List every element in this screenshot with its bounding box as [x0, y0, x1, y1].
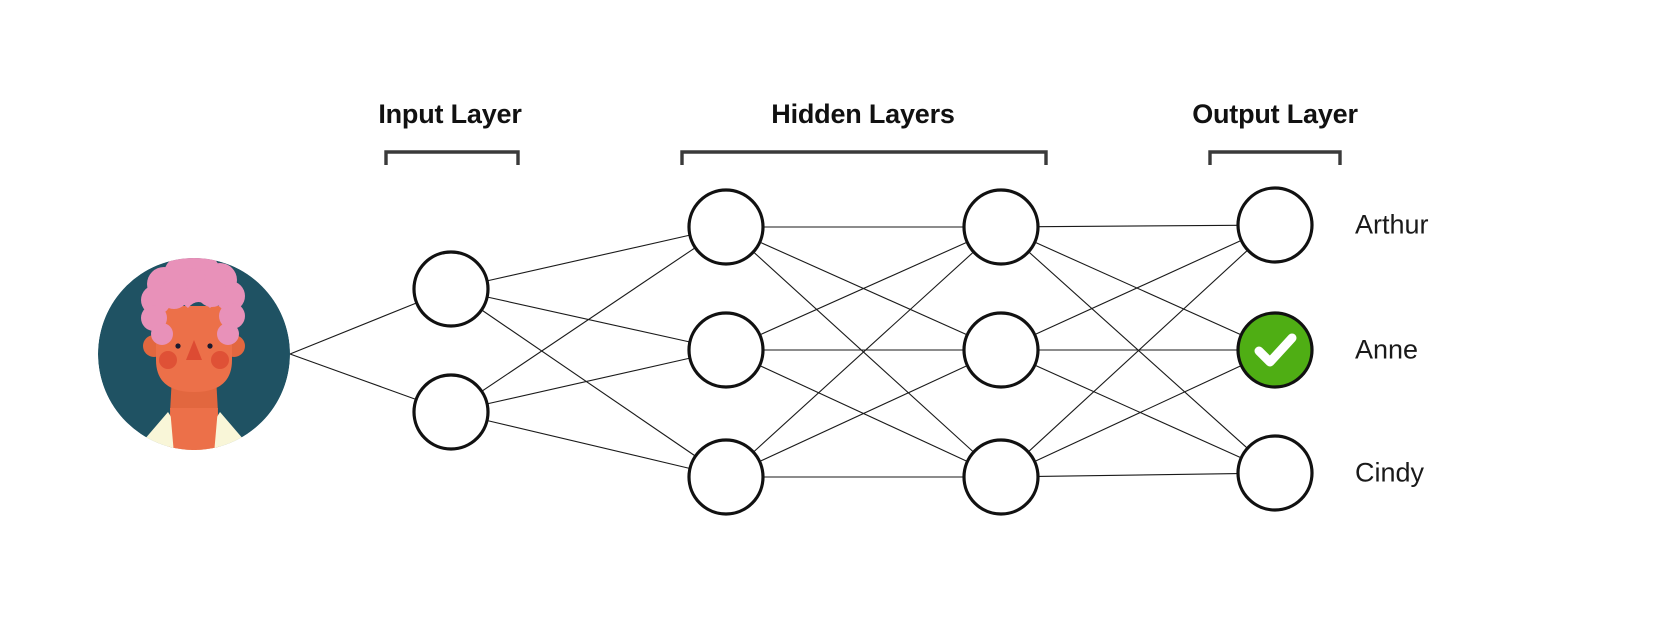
layer-brackets	[384, 150, 1342, 165]
output-label-arthur: Arthur	[1355, 209, 1429, 240]
output-node-cindy[interactable]	[1236, 434, 1314, 512]
edge-input-to-hidden1	[481, 247, 696, 392]
edge-hidden2-to-output	[1034, 365, 1242, 462]
network-graphic	[98, 150, 1342, 516]
edge-input-to-hidden1	[486, 419, 691, 470]
user-avatar	[98, 258, 290, 450]
hidden1-node-3[interactable]	[687, 438, 765, 516]
output-node-arthur[interactable]	[1236, 186, 1314, 264]
input-node-1[interactable]	[412, 250, 490, 328]
output-layer-title: Output Layer	[1192, 99, 1358, 129]
edge-hidden2-to-output	[1034, 364, 1242, 459]
hidden2-node-1[interactable]	[962, 188, 1040, 266]
hidden2-node-2[interactable]	[962, 311, 1040, 389]
hidden-layers-bracket	[680, 150, 1048, 165]
output-layer-bracket	[1208, 150, 1342, 165]
edge-avatar-to-input	[289, 353, 417, 400]
output-label-anne: Anne	[1355, 334, 1419, 365]
edge-avatar-to-input	[289, 302, 417, 355]
output-node-anne[interactable]	[1236, 311, 1314, 389]
edge-input-to-hidden1	[486, 234, 691, 282]
hidden1-node-2[interactable]	[687, 311, 765, 389]
avatar-artwork	[98, 258, 290, 450]
diagram-canvas: Input Layer Hidden Layers Output Layer Art…	[0, 0, 1669, 624]
input-layer-bracket	[384, 150, 520, 165]
edge-hidden2-to-output	[1037, 472, 1239, 478]
output-label-cindy: Cindy	[1355, 457, 1425, 488]
edge-hidden2-to-output	[1037, 224, 1239, 228]
edge-input-to-hidden1	[486, 357, 691, 405]
hidden1-node-1[interactable]	[687, 188, 765, 266]
edge-input-to-hidden1	[481, 309, 696, 457]
input-node-2[interactable]	[412, 373, 490, 451]
hidden2-node-3[interactable]	[962, 438, 1040, 516]
hidden-layers-title: Hidden Layers	[771, 99, 955, 129]
input-layer-title: Input Layer	[378, 99, 522, 129]
